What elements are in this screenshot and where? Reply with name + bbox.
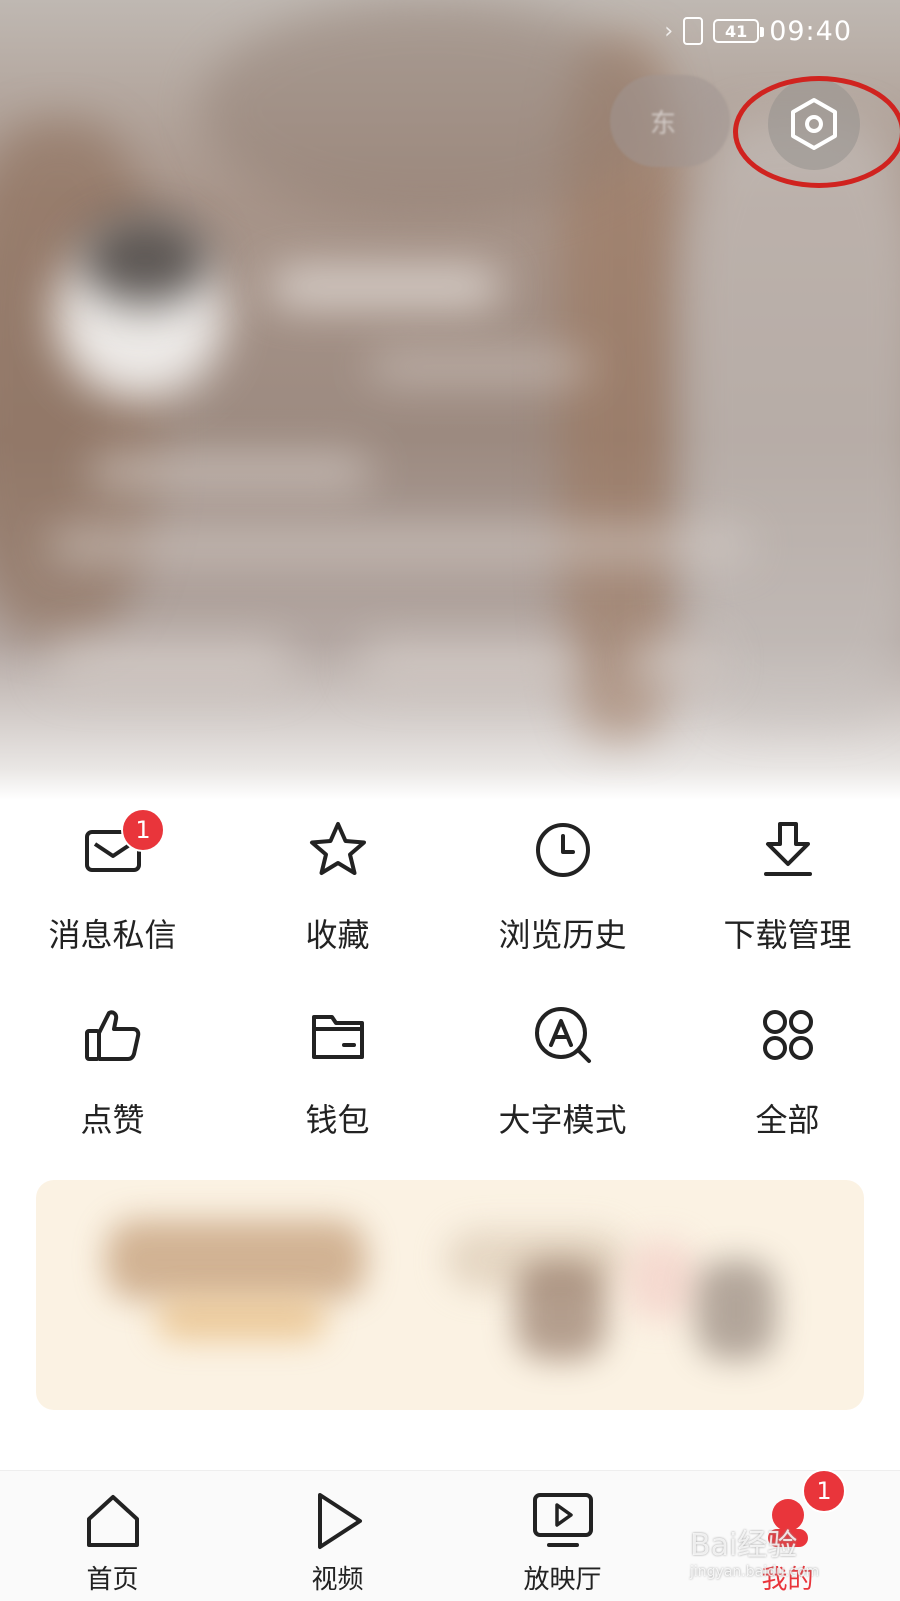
- all-functions-label: 全部: [755, 1101, 820, 1139]
- vibrate-icon: [683, 17, 704, 45]
- tab-video[interactable]: 视频: [225, 1471, 450, 1601]
- settings-button[interactable]: [768, 78, 860, 170]
- profile-stat-blurred[interactable]: [630, 640, 720, 684]
- favorites-label: 收藏: [305, 916, 370, 954]
- likes-label: 点赞: [80, 1101, 145, 1139]
- promo-banner[interactable]: [36, 1180, 864, 1410]
- status-bar: › 41 09:40: [664, 10, 852, 52]
- bottom-tab-bar: 首页 视频 放映厅 1 我的: [0, 1469, 900, 1601]
- thumbs-up-icon: [84, 1010, 140, 1061]
- all-functions-button[interactable]: 全部: [675, 985, 900, 1139]
- history-label: 浏览历史: [498, 916, 627, 954]
- banner-blurred-content: [696, 1260, 776, 1360]
- profile-bio-blurred: [50, 530, 750, 560]
- large-font-icon: [534, 1007, 591, 1063]
- banner-blurred-content: [106, 1220, 366, 1300]
- avatar-detail: [80, 215, 210, 305]
- banner-blurred-content: [156, 1300, 326, 1340]
- tab-profile[interactable]: 1 我的: [675, 1469, 900, 1601]
- banner-blurred-content: [626, 1240, 696, 1320]
- tab-home-label: 首页: [86, 1565, 139, 1595]
- chevron-icon: ›: [664, 18, 674, 44]
- tab-theater[interactable]: 放映厅: [450, 1471, 675, 1601]
- profile-info-blurred: [370, 355, 590, 379]
- wallet-icon: [311, 1015, 364, 1059]
- tab-theater-label: 放映厅: [523, 1565, 602, 1595]
- function-grid-row: 1 消息私信 收藏 浏览历史 下载管理: [0, 800, 900, 954]
- tab-profile-badge: 1: [802, 1469, 846, 1513]
- tab-video-label: 视频: [311, 1565, 364, 1595]
- tab-profile-label: 我的: [761, 1565, 814, 1595]
- blurred-shape: [200, 0, 660, 220]
- messages-button[interactable]: 1 消息私信: [0, 800, 225, 954]
- settings-hexagon-icon: [791, 98, 837, 150]
- battery-level: 41: [725, 21, 748, 41]
- messages-label: 消息私信: [48, 916, 177, 954]
- banner-blurred-content: [516, 1260, 606, 1360]
- downloads-label: 下载管理: [723, 916, 852, 954]
- home-icon: [86, 1495, 139, 1547]
- clock-time: 09:40: [769, 15, 852, 47]
- play-icon: [317, 1493, 362, 1549]
- battery-icon: 41: [713, 19, 765, 43]
- profile-header-background: [0, 0, 900, 800]
- blurred-shape: [680, 120, 900, 720]
- star-icon: [309, 822, 366, 875]
- function-grid-row: 点赞 钱包 大字模式 全部: [0, 985, 900, 1139]
- top-action-pill[interactable]: 东: [610, 75, 730, 167]
- top-action-label: 东: [650, 109, 677, 139]
- profile-stat-blurred[interactable]: [50, 640, 290, 684]
- downloads-button[interactable]: 下载管理: [675, 800, 900, 954]
- tv-play-icon: [532, 1493, 593, 1547]
- profile-stat-blurred[interactable]: [360, 640, 580, 684]
- profile-info-blurred: [90, 455, 370, 489]
- clock-icon: [535, 823, 590, 877]
- likes-button[interactable]: 点赞: [0, 985, 225, 1139]
- wallet-button[interactable]: 钱包: [225, 985, 450, 1139]
- username-blurred: [270, 270, 500, 304]
- download-icon: [763, 822, 812, 876]
- large-font-button[interactable]: 大字模式: [450, 985, 675, 1139]
- large-font-label: 大字模式: [498, 1101, 627, 1139]
- history-button[interactable]: 浏览历史: [450, 800, 675, 954]
- grid-icon: [762, 1010, 813, 1060]
- favorites-button[interactable]: 收藏: [225, 800, 450, 954]
- tab-home[interactable]: 首页: [0, 1471, 225, 1601]
- unread-badge: 1: [121, 808, 165, 852]
- wallet-label: 钱包: [305, 1101, 370, 1139]
